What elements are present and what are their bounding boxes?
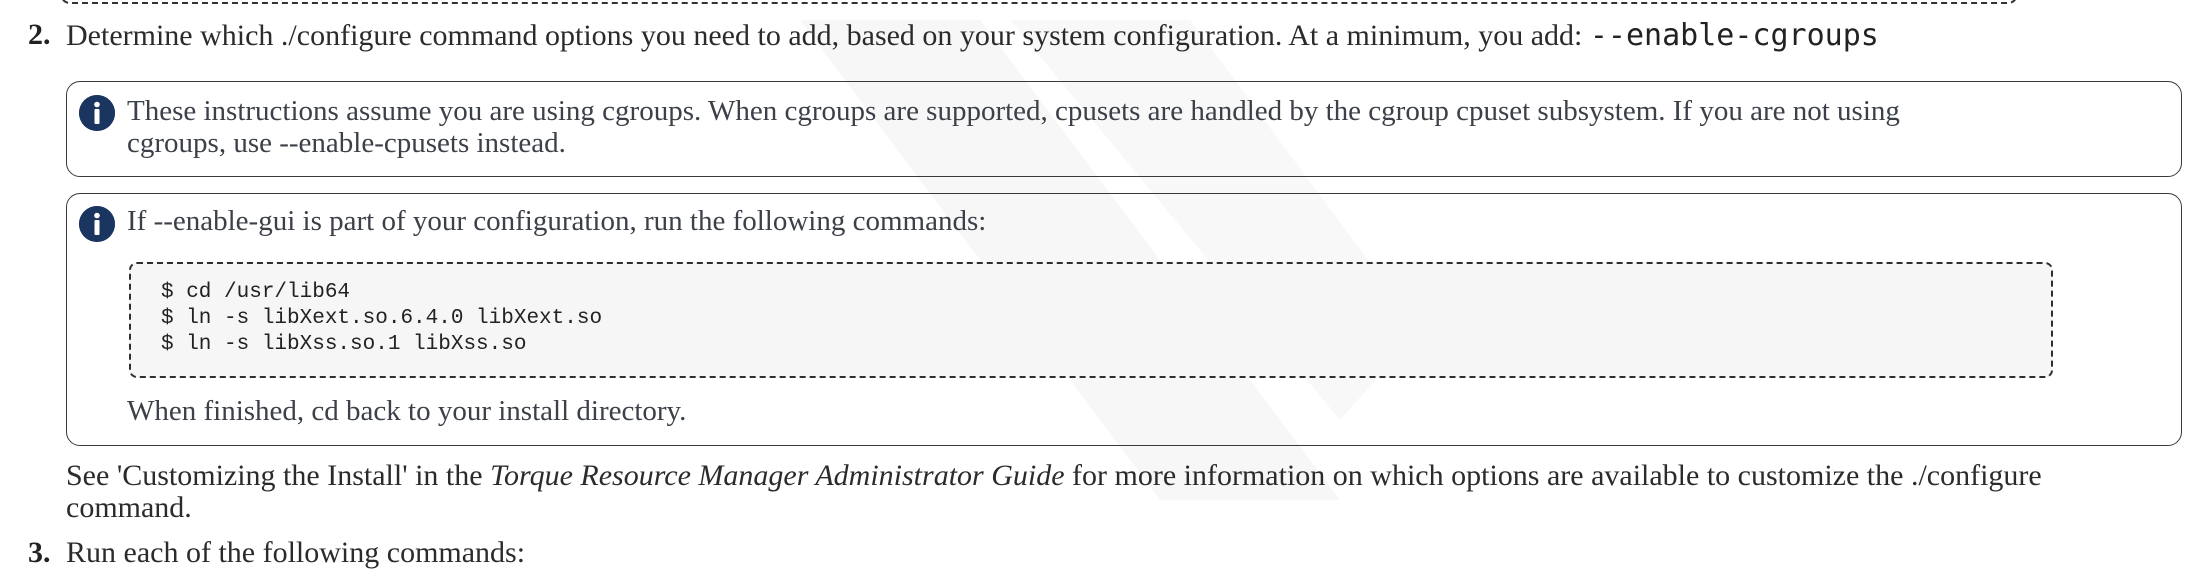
- see-also-line-1: See 'Customizing the Install' in the Tor…: [66, 460, 2186, 492]
- step-number: 3.: [28, 536, 51, 569]
- code-line: $ ln -s libXext.so.6.4.0 libXext.so: [161, 307, 603, 330]
- info-icon: [79, 206, 115, 242]
- see-also-text: See 'Customizing the Install' in the: [66, 459, 491, 492]
- see-also-line-2: command.: [66, 491, 192, 524]
- document-content: 2. Determine which ./configure command o…: [0, 0, 2202, 569]
- step-2-description: Determine which ./configure command opti…: [66, 19, 1590, 52]
- previous-code-box-edge: [60, 0, 2018, 4]
- guide-title: Torque Resource Manager Administrator Gu…: [490, 459, 1065, 492]
- code-block: $ cd /usr/lib64 $ ln -s libXext.so.6.4.0…: [129, 262, 2053, 378]
- see-also-paragraph: See 'Customizing the Install' in the Tor…: [66, 460, 2186, 524]
- see-also-text: for more information on which options ar…: [1064, 459, 2042, 492]
- info-note-enable-gui: If --enable-gui is part of your configur…: [66, 193, 2182, 446]
- step-text: Determine which ./configure command opti…: [66, 18, 1879, 53]
- step-number: 2.: [28, 18, 51, 51]
- note-line-2: cgroups, use --enable-cpusets instead.: [127, 127, 566, 159]
- code-line: $ cd /usr/lib64: [161, 281, 351, 304]
- info-note-cgroups: These instructions assume you are using …: [66, 81, 2182, 177]
- note-outro: When finished, cd back to your install d…: [127, 395, 687, 427]
- inline-code-enable-cgroups: --enable-cgroups: [1589, 18, 1879, 53]
- note-line-1: These instructions assume you are using …: [127, 95, 1900, 127]
- code-line: $ ln -s libXss.so.1 libXss.so: [161, 333, 527, 356]
- info-icon: [79, 95, 115, 131]
- step-text: Run each of the following commands:: [66, 536, 526, 569]
- note-intro: If --enable-gui is part of your configur…: [127, 205, 987, 237]
